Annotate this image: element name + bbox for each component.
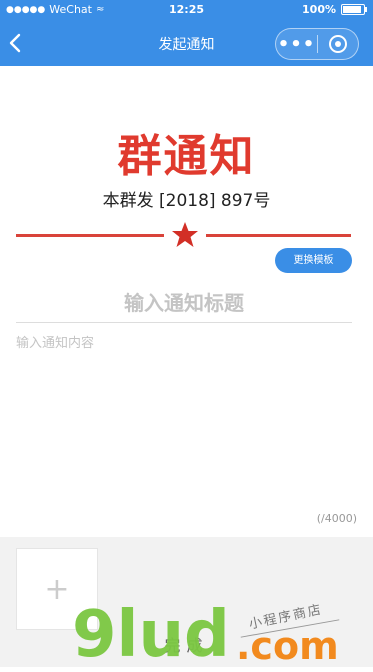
more-dots-icon[interactable]: ••• bbox=[276, 29, 317, 59]
status-right: 100% bbox=[302, 3, 367, 16]
battery-icon bbox=[341, 4, 367, 15]
battery-percent: 100% bbox=[302, 3, 336, 16]
notice-headline: 群通知 bbox=[117, 131, 256, 182]
plus-icon: + bbox=[44, 571, 70, 607]
star-icon bbox=[172, 222, 198, 247]
status-bar: ●●●●● WeChat ≈ 12:25 100% bbox=[0, 0, 373, 20]
watermark-brand: 9lud bbox=[72, 598, 230, 672]
mini-program-capsule: ••• bbox=[275, 28, 359, 60]
notice-content-input[interactable] bbox=[16, 332, 356, 502]
document-number: 本群发 [2018] 897号 bbox=[102, 191, 271, 211]
notice-title-input[interactable] bbox=[16, 284, 352, 323]
nav-bar: 发起通知 ••• bbox=[0, 20, 373, 66]
char-counter: (/4000) bbox=[316, 512, 357, 525]
close-miniprogram-button[interactable] bbox=[318, 29, 358, 59]
change-template-button[interactable]: 更换模板 bbox=[275, 248, 352, 273]
red-rule-right bbox=[206, 234, 351, 237]
record-ring-icon bbox=[329, 35, 347, 53]
red-rule-left bbox=[16, 234, 164, 237]
